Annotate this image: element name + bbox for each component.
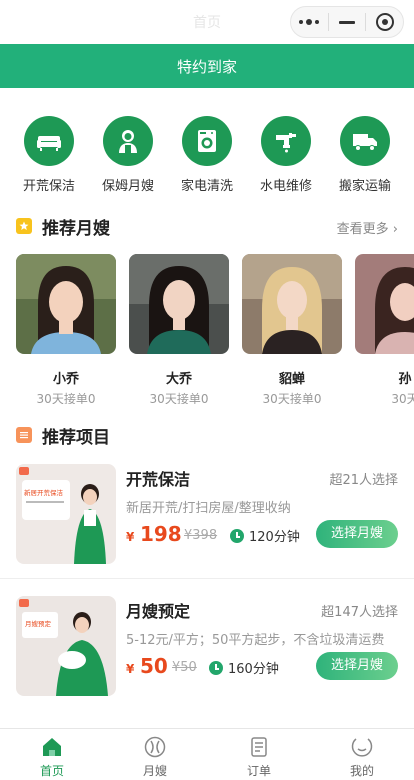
order-icon bbox=[251, 737, 267, 757]
sofa-icon bbox=[24, 116, 74, 166]
project-sold-count: 超147人选择 bbox=[321, 605, 398, 620]
clock-icon bbox=[209, 660, 223, 675]
nanny-photo bbox=[129, 254, 229, 354]
section-title: 推荐项目 bbox=[42, 428, 110, 448]
more-options-button[interactable] bbox=[291, 7, 328, 37]
project-title: 月嫂预定 bbox=[126, 602, 191, 621]
tab-profile[interactable]: 我的 bbox=[312, 729, 412, 780]
nanny-name: 貂蝉 bbox=[278, 372, 305, 387]
project-price: ¥ 50 bbox=[126, 654, 168, 678]
minimize-button[interactable] bbox=[329, 7, 366, 37]
select-nanny-button[interactable]: 选择月嫂 bbox=[316, 520, 398, 548]
price-value: 198 bbox=[139, 522, 182, 546]
tab-bar: 首页 月嫂 订单 我的 bbox=[0, 728, 414, 780]
tab-home[interactable]: 首页 bbox=[2, 729, 102, 780]
project-section-header: 推荐项目 bbox=[16, 423, 398, 448]
nanny-card[interactable]: 大乔 30天接单0 bbox=[129, 254, 229, 404]
truck-icon bbox=[340, 116, 390, 166]
nanny-stat: 30天接单0 bbox=[262, 392, 322, 404]
nanny-name: 小乔 bbox=[52, 372, 79, 387]
target-icon bbox=[375, 13, 394, 31]
mini-program-capsule bbox=[290, 6, 404, 38]
category-appliance[interactable]: 家电清洗 bbox=[167, 116, 247, 194]
project-thumbnail: 月嫂预定 bbox=[16, 596, 116, 696]
project-price: ¥ 198 bbox=[126, 522, 182, 546]
category-cleaning[interactable]: 开荒保洁 bbox=[9, 116, 89, 194]
project-original-price: ¥398 bbox=[184, 528, 218, 543]
nav-bar: 首页 bbox=[0, 0, 414, 44]
home-icon bbox=[43, 738, 61, 756]
brand-title: 特约到家 bbox=[176, 58, 237, 76]
select-nanny-button[interactable]: 选择月嫂 bbox=[316, 652, 398, 680]
category-label: 保姆月嫂 bbox=[101, 179, 154, 194]
tab-label: 订单 bbox=[246, 764, 271, 778]
more-dots-icon bbox=[299, 19, 320, 25]
project-thumbnail: 新居开荒保洁 bbox=[16, 464, 116, 564]
nanny-section-header: 推荐月嫂 查看更多 › bbox=[16, 214, 398, 239]
nanny-photo bbox=[16, 254, 116, 354]
tab-label: 首页 bbox=[39, 764, 64, 778]
clock-icon bbox=[230, 528, 244, 543]
nanny-stat: 30天 bbox=[391, 392, 414, 404]
close-program-button[interactable] bbox=[366, 7, 403, 37]
project-card[interactable]: 新居开荒保洁 开荒保洁 超21人选择 新居开荒/打扫房屋/整理收纳 ¥ 198 … bbox=[0, 464, 414, 592]
nanny-icon bbox=[103, 116, 153, 166]
project-description: 5-12元/平方；50平方起步，不含垃圾清运费 bbox=[126, 633, 385, 648]
project-duration: 160分钟 bbox=[209, 658, 279, 677]
category-label: 开荒保洁 bbox=[22, 179, 75, 194]
category-nanny[interactable]: 保姆月嫂 bbox=[88, 116, 168, 194]
pipe-icon bbox=[261, 116, 311, 166]
duration-label: 160分钟 bbox=[228, 662, 279, 677]
category-repair[interactable]: 水电维修 bbox=[246, 116, 326, 194]
nanny-card[interactable]: 貂蝉 30天接单0 bbox=[242, 254, 342, 404]
tab-label: 我的 bbox=[349, 764, 374, 778]
nanny-tab-icon bbox=[144, 736, 166, 758]
category-label: 搬家运输 bbox=[338, 179, 391, 194]
nanny-card[interactable]: 孙 30天 bbox=[355, 254, 414, 404]
category-label: 家电清洗 bbox=[180, 179, 233, 194]
currency-symbol: ¥ bbox=[126, 662, 135, 676]
view-more-link[interactable]: 查看更多 › bbox=[337, 218, 398, 237]
category-grid: 开荒保洁 保姆月嫂 家电清洗 水电维修 搬家运输 bbox=[0, 116, 414, 196]
chevron-right-icon: › bbox=[388, 222, 398, 237]
washing-machine-icon bbox=[182, 116, 232, 166]
nanny-stat: 30天接单0 bbox=[149, 392, 209, 404]
section-title: 推荐月嫂 bbox=[42, 219, 110, 239]
project-original-price: ¥50 bbox=[172, 660, 197, 675]
thumb-caption: 新居开荒保洁 bbox=[24, 488, 64, 497]
project-title: 开荒保洁 bbox=[126, 470, 191, 489]
minimize-icon bbox=[339, 20, 355, 24]
main-content: 开荒保洁 保姆月嫂 家电清洗 水电维修 搬家运输 推荐月嫂 查看更多 › 小乔 … bbox=[0, 88, 414, 728]
project-duration: 120分钟 bbox=[230, 526, 300, 545]
brand-header: 特约到家 bbox=[0, 44, 414, 88]
document-icon bbox=[16, 427, 32, 443]
tab-label: 月嫂 bbox=[142, 764, 167, 778]
nanny-photo bbox=[242, 254, 342, 354]
nanny-card[interactable]: 小乔 30天接单0 bbox=[16, 254, 116, 404]
project-card[interactable]: 月嫂预定 月嫂预定 超147人选择 5-12元/平方；50平方起步，不含垃圾清运… bbox=[0, 596, 414, 724]
nanny-name: 孙 bbox=[398, 372, 412, 387]
category-moving[interactable]: 搬家运输 bbox=[325, 116, 405, 194]
tab-nanny[interactable]: 月嫂 bbox=[105, 729, 205, 780]
nanny-photo bbox=[355, 254, 414, 354]
nanny-stat: 30天接单0 bbox=[36, 392, 96, 404]
thumb-caption: 月嫂预定 bbox=[25, 619, 52, 628]
duration-label: 120分钟 bbox=[249, 530, 300, 545]
tab-orders[interactable]: 订单 bbox=[209, 729, 309, 780]
divider bbox=[0, 578, 414, 579]
nanny-list: 小乔 30天接单0 大乔 30天接单0 貂蝉 30天接单0 孙 30天 bbox=[16, 254, 414, 404]
star-icon bbox=[16, 218, 32, 234]
nanny-name: 大乔 bbox=[165, 372, 192, 387]
price-value: 50 bbox=[139, 654, 168, 678]
view-more-label: 查看更多 bbox=[336, 222, 389, 237]
profile-icon bbox=[351, 738, 373, 757]
category-label: 水电维修 bbox=[259, 179, 312, 194]
project-description: 新居开荒/打扫房屋/整理收纳 bbox=[126, 501, 291, 516]
project-sold-count: 超21人选择 bbox=[329, 473, 398, 488]
currency-symbol: ¥ bbox=[126, 530, 135, 544]
